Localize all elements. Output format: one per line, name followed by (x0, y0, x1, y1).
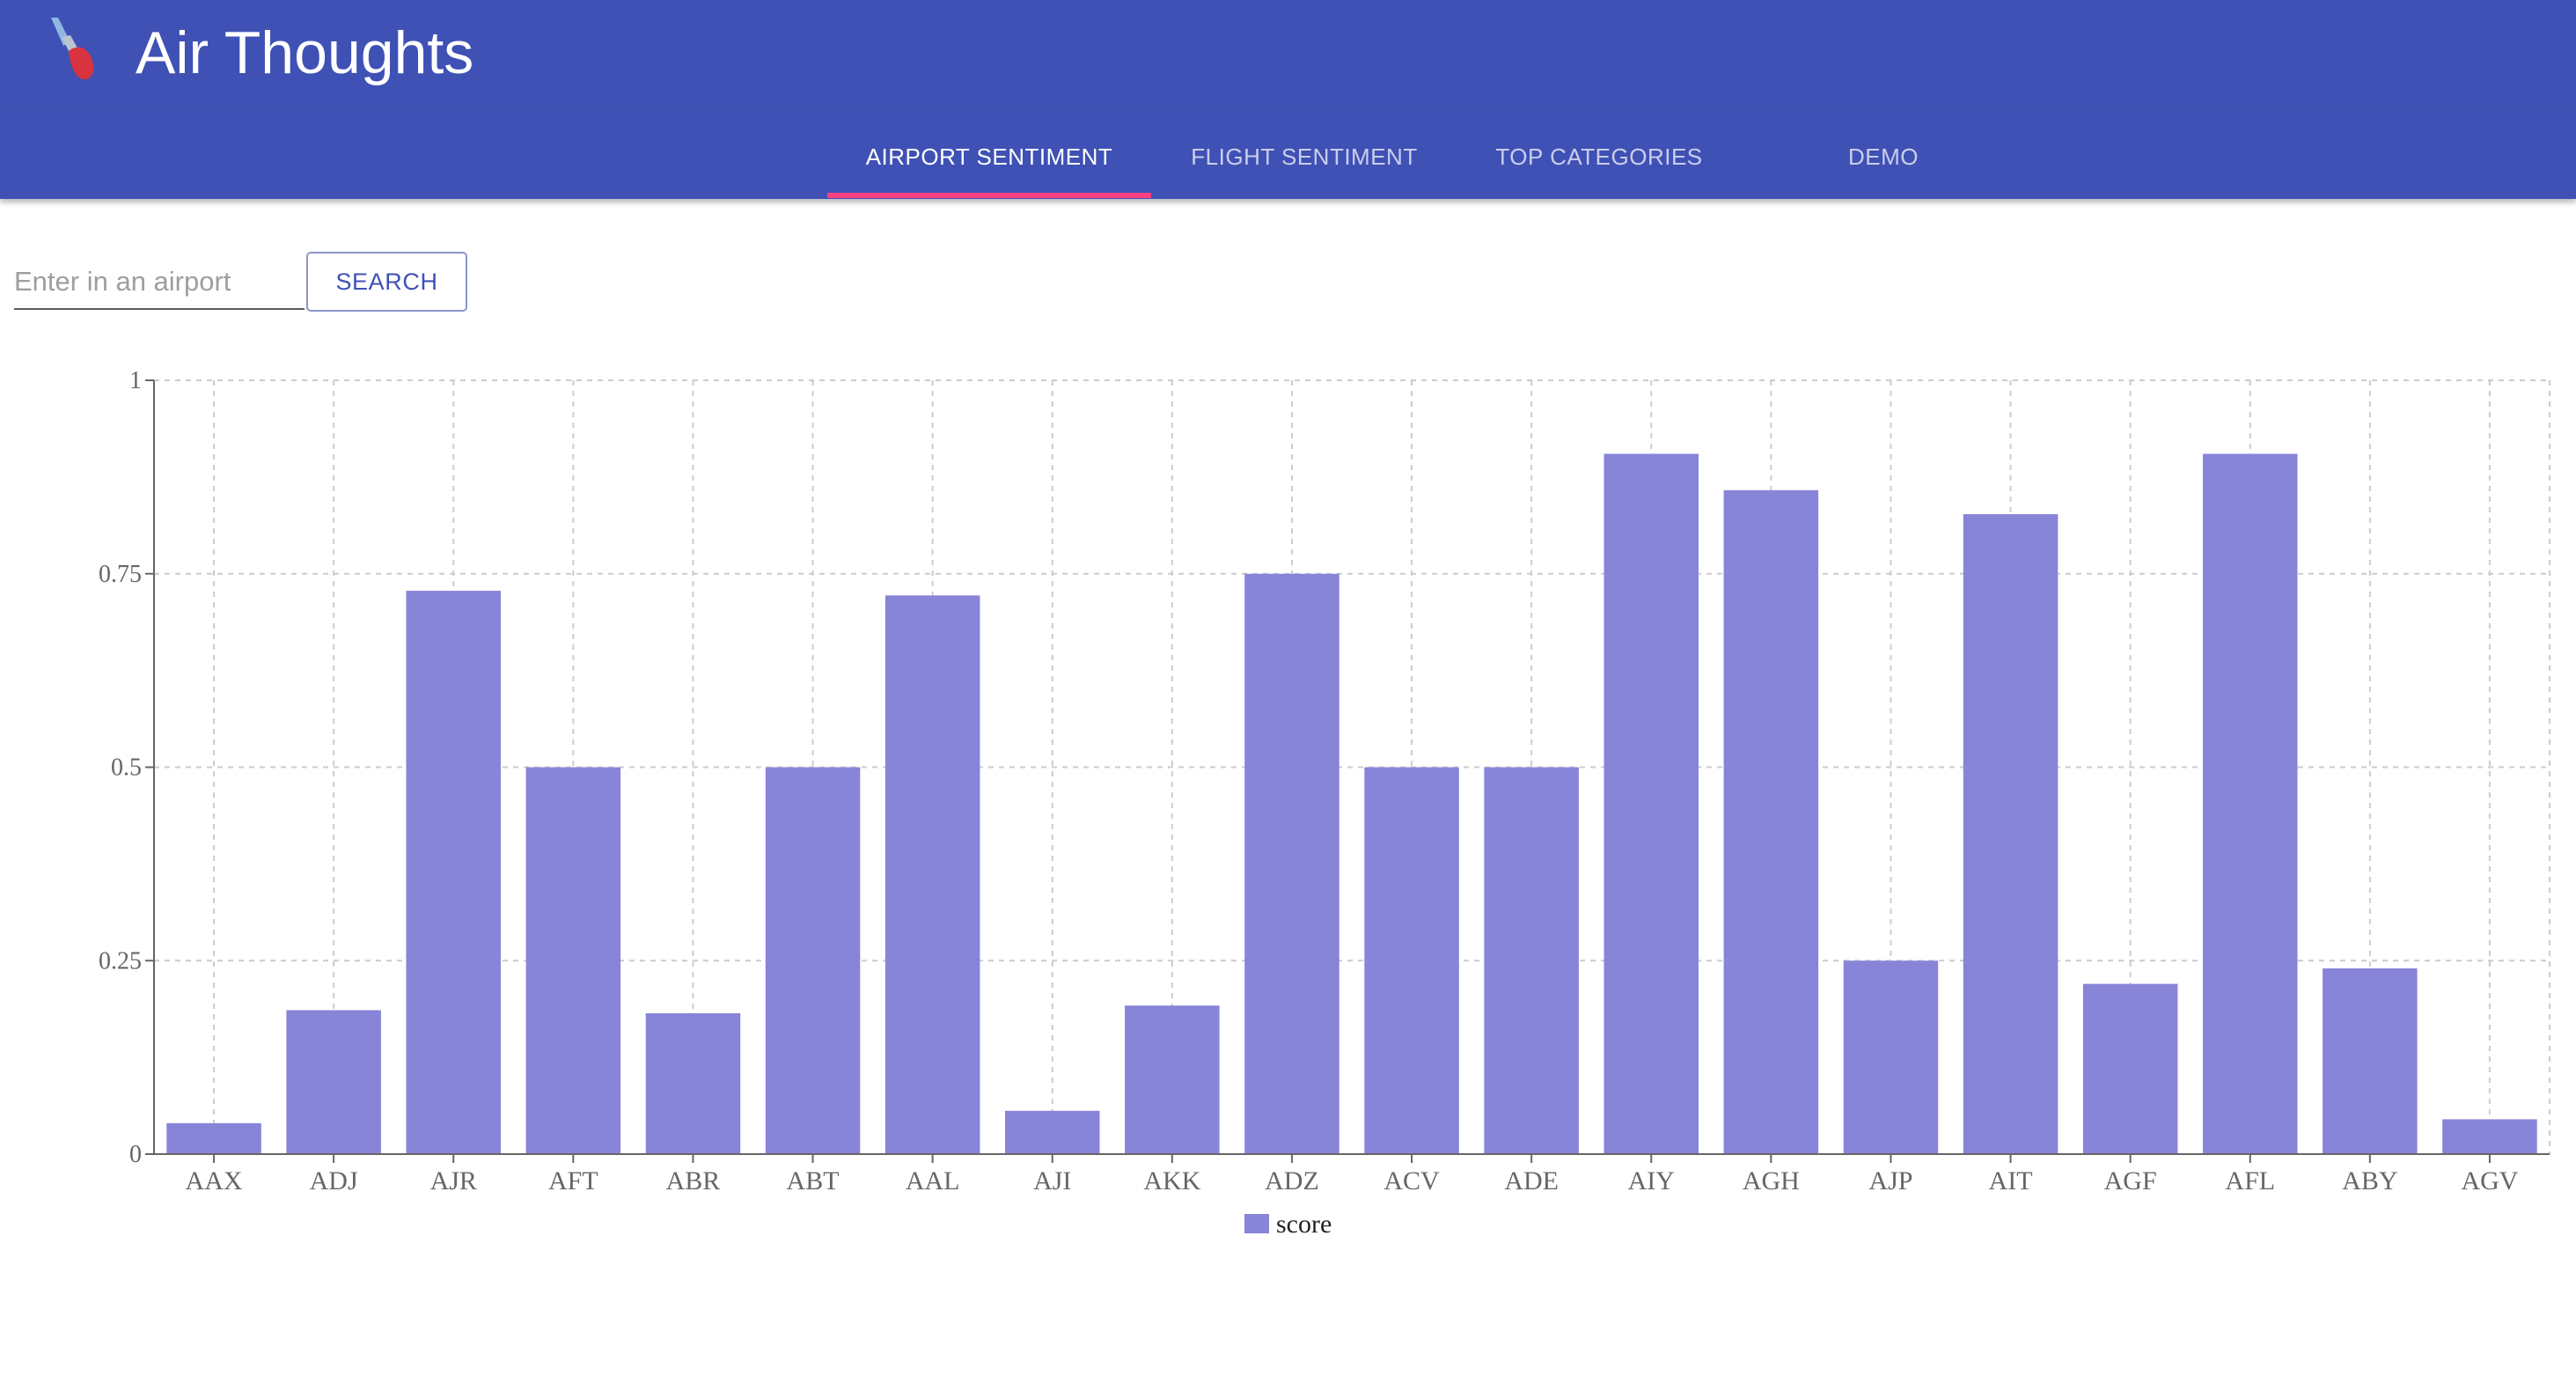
x-tick-label: AGH (1743, 1166, 1800, 1195)
app-title: Air Thoughts (136, 19, 474, 86)
bar-aal (884, 595, 980, 1154)
bar-adz (1244, 573, 1339, 1154)
x-tick-label: AJP (1868, 1166, 1912, 1195)
app-bar: Air Thoughts (0, 0, 2576, 106)
tab-airport-sentiment[interactable]: AIRPORT SENTIMENT (827, 106, 1151, 199)
tab-top-categories[interactable]: TOP CATEGORIES (1457, 106, 1741, 199)
tab-bar: AIRPORT SENTIMENT FLIGHT SENTIMENT TOP C… (0, 106, 2576, 199)
tab-demo[interactable]: DEMO (1795, 106, 1971, 199)
bar-aft (525, 767, 621, 1154)
x-tick-label: AIT (1989, 1166, 2033, 1195)
bar-aji (1004, 1110, 1100, 1154)
bar-agf (2082, 983, 2178, 1154)
airport-search-input[interactable] (14, 255, 305, 310)
x-tick-label: AIY (1628, 1166, 1675, 1195)
bar-abr (645, 1013, 741, 1154)
x-tick-label: ABR (666, 1166, 721, 1195)
bar-ajp (1843, 960, 1939, 1154)
bar-afl (2202, 453, 2298, 1154)
x-tick-label: ADZ (1265, 1166, 1319, 1195)
active-tab-indicator (827, 193, 1151, 198)
bar-aiy (1604, 453, 1699, 1154)
bar-aax (166, 1122, 261, 1154)
tab-flight-sentiment[interactable]: FLIGHT SENTIMENT (1151, 106, 1457, 199)
y-tick-label: 0.5 (111, 754, 142, 782)
x-tick-label: AAL (906, 1166, 960, 1195)
airline-logo-icon (44, 16, 104, 83)
x-tick-label: AGF (2104, 1166, 2157, 1195)
y-tick-label: 1 (129, 367, 142, 394)
x-tick-label: ABT (787, 1166, 840, 1195)
bar-acv (1364, 767, 1459, 1154)
x-tick-label: AKK (1143, 1166, 1200, 1195)
x-tick-label: AJR (430, 1166, 477, 1195)
legend-swatch (1244, 1214, 1269, 1233)
bar-ait (1963, 514, 2059, 1154)
bar-abt (765, 767, 861, 1154)
x-tick-label: AAX (186, 1166, 243, 1195)
bar-adj (286, 1010, 381, 1154)
x-tick-label: AJI (1033, 1166, 1071, 1195)
x-tick-label: ACV (1383, 1166, 1440, 1195)
y-tick-label: 0.25 (99, 947, 142, 975)
x-tick-label: AGV (2461, 1166, 2518, 1195)
sentiment-bar-chart: 0 0.25 0.5 0.75 1 AAX ADJ AJR AFT ABR ABT AAL AJI AKK… (99, 367, 2550, 1239)
x-tick-label: ADE (1504, 1166, 1559, 1195)
app-root: Air Thoughts AIRPORT SENTIMENT FLIGHT SE… (0, 0, 2576, 1383)
legend-label: score (1276, 1210, 1332, 1239)
bar-agv (2442, 1119, 2537, 1154)
bar-ajr (406, 591, 502, 1154)
x-tick-label: ABY (2342, 1166, 2397, 1195)
x-tick-label: AFL (2225, 1166, 2275, 1195)
bar-akk (1125, 1005, 1220, 1154)
bar-aby (2323, 968, 2418, 1154)
x-tick-label: ADJ (310, 1166, 358, 1195)
search-button[interactable]: SEARCH (306, 252, 467, 312)
bar-agh (1723, 489, 1819, 1154)
y-tick-label: 0 (129, 1141, 142, 1168)
bar-ade (1484, 767, 1579, 1154)
x-tick-label: AFT (548, 1166, 598, 1195)
y-tick-label: 0.75 (99, 561, 142, 588)
